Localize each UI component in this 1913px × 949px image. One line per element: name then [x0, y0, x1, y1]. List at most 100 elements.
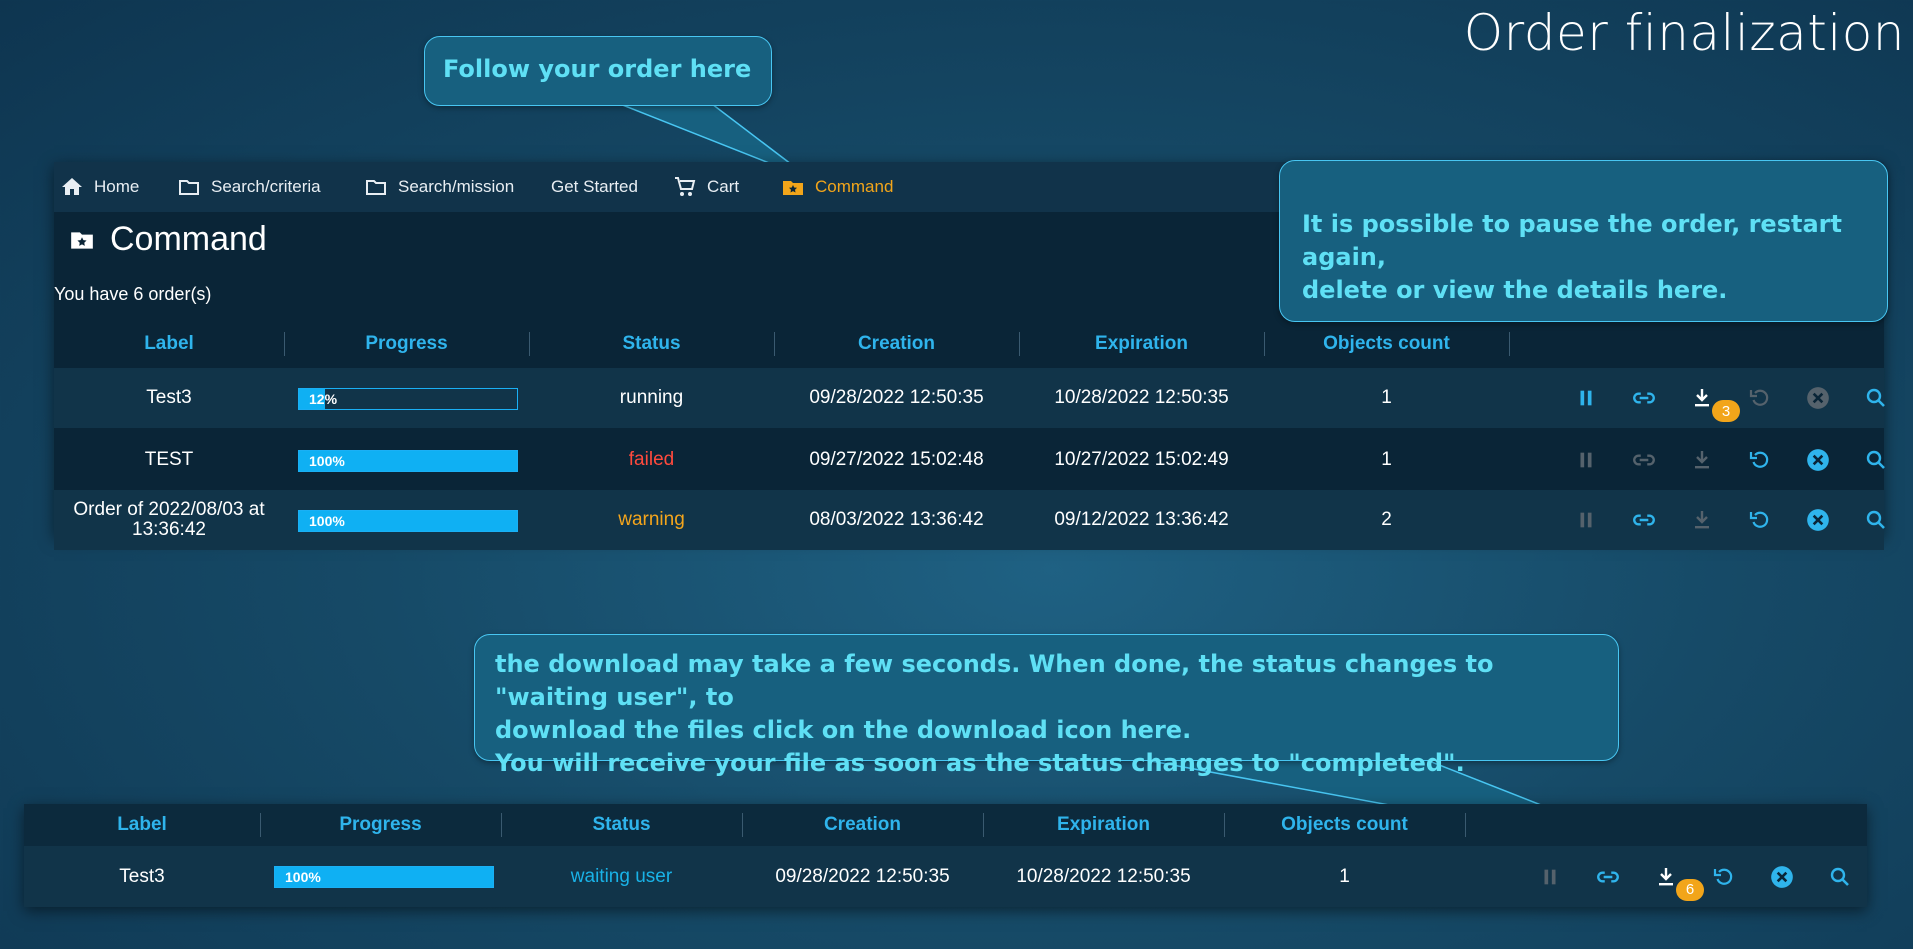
row-objects-count: 1: [1339, 865, 1350, 887]
pause-icon: [1544, 869, 1556, 884]
search-icon: [1866, 450, 1885, 469]
col-expiration[interactable]: Expiration: [1019, 320, 1264, 368]
details-button[interactable]: [1826, 863, 1854, 891]
link-icon: [1633, 392, 1655, 404]
restart-button[interactable]: [1746, 446, 1774, 474]
pause-button[interactable]: [1572, 506, 1600, 534]
row-status: running: [619, 387, 684, 408]
pause-button[interactable]: [1572, 384, 1600, 412]
link-button[interactable]: [1594, 863, 1622, 891]
download-icon: [1695, 451, 1709, 469]
row-expiration: 10/28/2022 12:50:35: [1016, 865, 1191, 887]
callout-pause-restart: It is possible to pause the order, resta…: [1279, 160, 1888, 322]
search-icon: [1866, 388, 1885, 407]
restart-icon: [1713, 868, 1733, 885]
nav-search-criteria[interactable]: Search/criteria: [177, 162, 321, 212]
progress-bar: 100%: [298, 450, 518, 472]
col-label[interactable]: Label: [54, 320, 284, 368]
delete-button[interactable]: [1804, 384, 1832, 412]
callout-pause-line: It is possible to pause the order, resta…: [1302, 210, 1842, 271]
pause-icon: [1580, 452, 1592, 468]
progress-bar: 100%: [274, 866, 494, 888]
callout-follow-order: Follow your order here: [424, 36, 772, 106]
row-creation: 08/03/2022 13:36:42: [809, 509, 984, 530]
restart-button[interactable]: [1710, 863, 1738, 891]
table-header: Label Progress Status Creation Expiratio…: [54, 320, 1884, 368]
link-button[interactable]: [1630, 384, 1658, 412]
nav-command[interactable]: Command: [781, 162, 893, 212]
col-objects-count[interactable]: Objects count: [1264, 320, 1509, 368]
row-actions: [1572, 490, 1913, 550]
link-button[interactable]: [1630, 506, 1658, 534]
row-expiration: 09/12/2022 13:36:42: [1054, 509, 1229, 530]
restart-button[interactable]: [1746, 384, 1774, 412]
restart-button[interactable]: [1746, 506, 1774, 534]
row-status: failed: [628, 449, 675, 470]
nav-search-mission-label: Search/mission: [398, 177, 515, 196]
row-expiration: 10/28/2022 12:50:35: [1054, 387, 1229, 408]
row-actions: 3: [1572, 368, 1913, 428]
callout-download: the download may take a few seconds. Whe…: [474, 634, 1619, 777]
col-divider: [1509, 332, 1510, 356]
download-icon: [1695, 389, 1709, 407]
nav-search-mission[interactable]: Search/mission: [364, 162, 514, 212]
nav-home[interactable]: Home: [60, 162, 139, 212]
download-button[interactable]: [1688, 446, 1716, 474]
col-creation[interactable]: Creation: [774, 320, 1019, 368]
table-row[interactable]: TEST 100% failed 09/27/2022 15:02:48 10/…: [54, 430, 1885, 490]
col-expiration[interactable]: Expiration: [983, 804, 1224, 846]
details-button[interactable]: [1862, 446, 1890, 474]
restart-icon: [1749, 451, 1769, 468]
callout-download-line: You will receive your file as soon as th…: [495, 749, 1465, 777]
callout-download-line: download the files click on the download…: [495, 716, 1192, 744]
download-icon: [1695, 511, 1709, 529]
page-title: Command: [68, 220, 267, 259]
row-objects-count: 2: [1381, 509, 1392, 530]
download-icon: [1659, 867, 1673, 885]
col-objects-count[interactable]: Objects count: [1224, 804, 1465, 846]
link-icon: [1633, 514, 1655, 526]
restart-icon: [1749, 511, 1769, 528]
download-button[interactable]: 6: [1652, 863, 1704, 901]
row-actions: 6: [1536, 846, 1884, 907]
row-objects-count: 1: [1381, 387, 1392, 408]
download-count-badge: 3: [1712, 400, 1740, 422]
home-icon: [62, 178, 82, 195]
pause-button[interactable]: [1572, 446, 1600, 474]
download-button[interactable]: 3: [1688, 384, 1740, 422]
row-actions: [1572, 430, 1913, 490]
col-creation[interactable]: Creation: [742, 804, 983, 846]
cancel-icon: [1807, 509, 1829, 531]
nav-command-label: Command: [815, 177, 894, 196]
delete-button[interactable]: [1804, 446, 1832, 474]
table-row[interactable]: Order of 2022/08/03 at 13:36:42 100% war…: [54, 490, 1885, 550]
details-button[interactable]: [1862, 506, 1890, 534]
nav-get-started[interactable]: Get Started: [551, 162, 638, 212]
table-header: Label Progress Status Creation Expiratio…: [24, 804, 1867, 846]
row-status: warning: [618, 509, 685, 530]
nav-home-label: Home: [94, 177, 140, 196]
link-button[interactable]: [1630, 446, 1658, 474]
starred-folder-icon: [71, 231, 93, 249]
col-status[interactable]: Status: [501, 804, 742, 846]
delete-button[interactable]: [1804, 506, 1832, 534]
cancel-icon: [1807, 387, 1829, 409]
callout-pause-line: delete or view the details here.: [1302, 276, 1728, 304]
pause-button[interactable]: [1536, 863, 1564, 891]
col-status[interactable]: Status: [529, 320, 774, 368]
search-icon: [1866, 510, 1885, 529]
restart-icon: [1749, 389, 1769, 406]
col-progress[interactable]: Progress: [284, 320, 529, 368]
download-button[interactable]: [1688, 506, 1716, 534]
nav-get-started-label: Get Started: [551, 177, 638, 196]
table-row[interactable]: Test3 100% waiting user 09/28/2022 12:50…: [24, 846, 1867, 907]
table-row[interactable]: Test3 12% running 09/28/2022 12:50:35 10…: [54, 368, 1885, 428]
page-title-text: Command: [110, 220, 267, 258]
col-label[interactable]: Label: [24, 804, 260, 846]
delete-button[interactable]: [1768, 863, 1796, 891]
details-button[interactable]: [1862, 384, 1890, 412]
nav-cart[interactable]: Cart: [673, 162, 739, 212]
row-label: Test3: [119, 865, 165, 887]
nav-cart-label: Cart: [707, 177, 740, 196]
col-progress[interactable]: Progress: [260, 804, 501, 846]
